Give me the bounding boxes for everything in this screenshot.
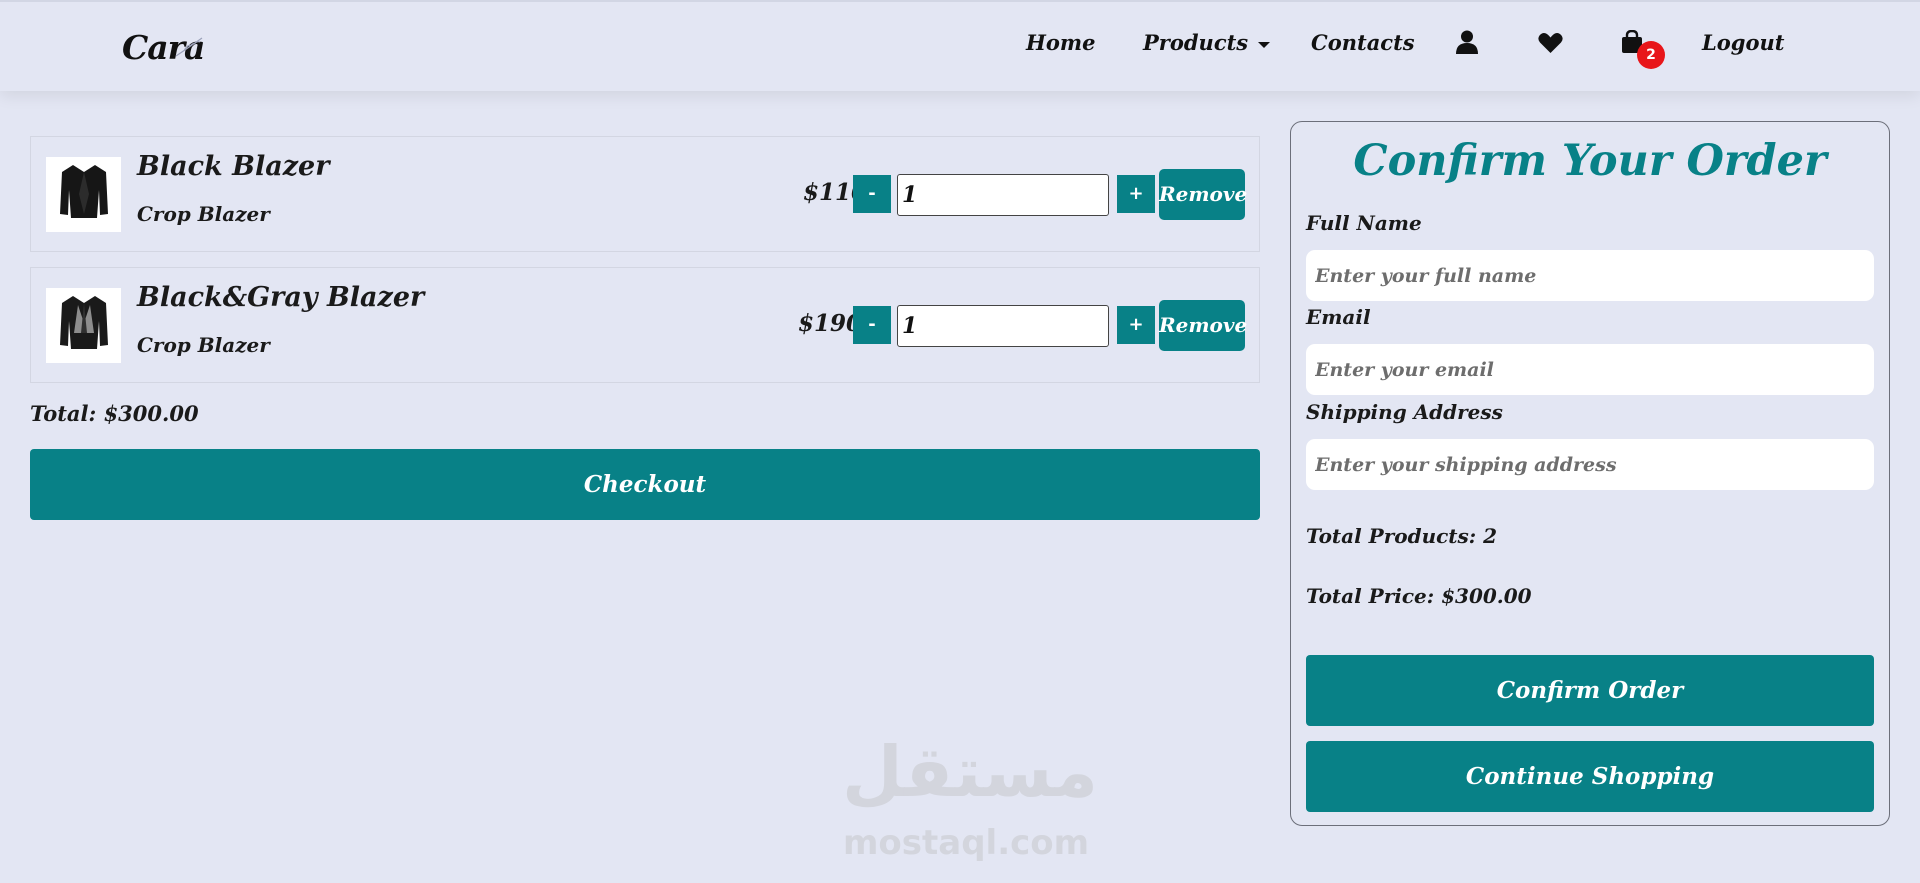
quantity-input[interactable] (897, 305, 1109, 347)
user-icon[interactable] (1456, 30, 1478, 54)
quantity-input[interactable] (897, 174, 1109, 216)
remove-button[interactable]: Remove (1159, 169, 1247, 220)
leaf-icon (175, 37, 203, 57)
product-image (46, 288, 121, 363)
increase-quantity-button[interactable]: + (1117, 306, 1155, 344)
nav-products[interactable]: Products (1143, 30, 1271, 55)
product-name: Black&Gray Blazer (137, 282, 425, 313)
product-subtitle: Crop Blazer (137, 202, 270, 226)
shipping-address-input[interactable] (1306, 439, 1874, 490)
nav-products-label: Products (1143, 30, 1249, 55)
decrease-quantity-button[interactable]: - (853, 306, 891, 344)
nav-home[interactable]: Home (1026, 30, 1095, 55)
product-image (46, 157, 121, 232)
remove-button[interactable]: Remove (1159, 300, 1247, 351)
watermark-latin: mostaql.com (843, 823, 1090, 863)
product-name: Black Blazer (137, 151, 330, 182)
shipping-address-label: Shipping Address (1306, 400, 1503, 424)
decrease-quantity-button[interactable]: - (853, 175, 891, 213)
full-name-input[interactable] (1306, 250, 1874, 301)
email-label: Email (1306, 305, 1371, 329)
product-subtitle: Crop Blazer (137, 333, 270, 357)
cart-item: Black Blazer Crop Blazer $110 - + Remove (30, 136, 1260, 252)
email-input[interactable] (1306, 344, 1874, 395)
blazer-image (59, 164, 108, 218)
confirm-order-panel: Confirm Your Order Full Name Email Shipp… (1290, 121, 1890, 826)
total-products: Total Products: 2 (1306, 524, 1498, 548)
cart-item: Black&Gray Blazer Crop Blazer $190 - + R… (30, 267, 1260, 383)
continue-shopping-button[interactable]: Continue Shopping (1306, 741, 1874, 812)
blazer-image (59, 295, 108, 349)
cart-total: Total: $300.00 (30, 401, 199, 426)
total-price: Total Price: $300.00 (1306, 584, 1532, 608)
full-name-label: Full Name (1306, 211, 1422, 235)
nav-logout[interactable]: Logout (1702, 30, 1784, 55)
confirm-order-button[interactable]: Confirm Order (1306, 655, 1874, 726)
watermark-arabic: مستقل (842, 731, 1099, 813)
caret-down-icon (1258, 41, 1271, 48)
increase-quantity-button[interactable]: + (1117, 175, 1155, 213)
navbar: Cara Home Products Contacts 2 Logout (0, 0, 1920, 91)
checkout-button[interactable]: Checkout (30, 449, 1260, 520)
heart-icon[interactable] (1538, 32, 1563, 54)
nav-contacts[interactable]: Contacts (1311, 30, 1415, 55)
panel-title: Confirm Your Order (1353, 136, 1827, 186)
cart-count-badge: 2 (1637, 41, 1665, 69)
